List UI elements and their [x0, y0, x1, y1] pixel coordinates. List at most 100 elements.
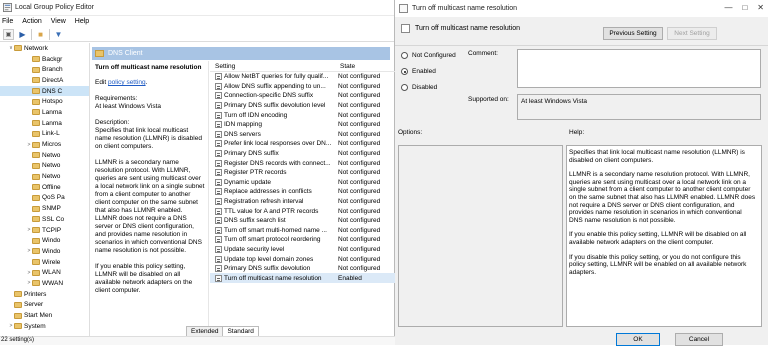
list-item[interactable]: Turn off IDN encoding Not configured	[210, 110, 395, 120]
list-item[interactable]: Update top level domain zones Not configu…	[210, 254, 395, 264]
tree-item[interactable]: > WWAN	[0, 278, 89, 289]
setting-column-header[interactable]: Setting	[210, 63, 328, 70]
details-pane: DNS Client Turn off multicast name resol…	[90, 43, 395, 345]
toolbar: ◀ ▶ ■ ▦ ☰ ? ▣ ▼	[0, 27, 394, 42]
list-item[interactable]: Turn off smart protocol reordering Not co…	[210, 235, 395, 245]
list-item[interactable]: Turn off smart multi-homed name ... Not c…	[210, 226, 395, 236]
forward-arrow-icon[interactable]: ▶	[17, 29, 28, 40]
list-item[interactable]: Allow NetBT queries for fully qualif... N…	[210, 72, 395, 82]
edit-policy-link[interactable]: policy setting	[108, 79, 146, 86]
setting-name: Update security level	[224, 245, 285, 253]
list-item[interactable]: Replace addresses in conflicts Not config…	[210, 187, 395, 197]
setting-state: Not configured	[338, 121, 381, 129]
tree-item[interactable]: SSL Co	[0, 214, 89, 225]
list-item[interactable]: Dynamic update Not configured	[210, 178, 395, 188]
settings-list: Setting State Allow NetBT queries for fu…	[210, 61, 395, 333]
list-item[interactable]: Primary DNS suffix devolution Not configu…	[210, 264, 395, 274]
tree-item[interactable]: Link-L	[0, 129, 89, 140]
list-item[interactable]: IDN mapping Not configured	[210, 120, 395, 130]
tree-item[interactable]: Branch	[0, 64, 89, 75]
radio-not-configured[interactable]: Not Configured	[401, 52, 456, 59]
list-item[interactable]: Register DNS records with connect... Not …	[210, 158, 395, 168]
cancel-button[interactable]: Cancel	[675, 333, 723, 346]
radio-disabled[interactable]: Disabled	[401, 84, 437, 91]
tree-item[interactable]: SNMP	[0, 203, 89, 214]
details-header-title: DNS Client	[108, 50, 143, 57]
list-item[interactable]: Connection-specific DNS suffix Not config…	[210, 91, 395, 101]
folder-icon	[32, 269, 40, 276]
tree-item[interactable]: > TCPIP	[0, 225, 89, 236]
previous-setting-button[interactable]: Previous Setting	[603, 27, 663, 40]
list-item[interactable]: DNS suffix search list Not configured	[210, 216, 395, 226]
menu-action[interactable]: Action	[22, 18, 41, 25]
list-item[interactable]: Register PTR records Not configured	[210, 168, 395, 178]
tree-item[interactable]: Server	[0, 300, 89, 311]
setting-name: Register DNS records with connect...	[224, 159, 331, 167]
ok-button[interactable]: OK	[616, 333, 660, 346]
menu-view[interactable]: View	[51, 18, 66, 25]
tree-item[interactable]: > Windo	[0, 246, 89, 257]
list-item[interactable]: Update security level Not configured	[210, 245, 395, 255]
list-item[interactable]: Primary DNS suffix Not configured	[210, 149, 395, 159]
menu-help[interactable]: Help	[75, 18, 89, 25]
tree-item[interactable]: Netwo	[0, 171, 89, 182]
tree-item-label: Netwo	[42, 173, 61, 181]
list-item[interactable]: Registration refresh interval Not configu…	[210, 197, 395, 207]
policy-setting-icon	[215, 150, 222, 158]
setting-state: Not configured	[338, 188, 381, 196]
setting-state: Not configured	[338, 169, 381, 177]
console-tree[interactable]: ∨ Network Backgr Branch DirectA DNS C Hotspo La…	[0, 43, 90, 345]
tree-item[interactable]: > WLAN	[0, 267, 89, 278]
list-item[interactable]: Allow DNS suffix appending to un... Not c…	[210, 82, 395, 92]
edit-policy-line: Edit policy setting.	[95, 79, 148, 86]
tree-item[interactable]: > System	[0, 321, 89, 332]
tree-item[interactable]: Netwo	[0, 161, 89, 172]
tree-item[interactable]: ∨ Network	[0, 43, 89, 54]
tree-item[interactable]: Lanma	[0, 118, 89, 129]
menu-file[interactable]: File	[2, 18, 13, 25]
comment-textarea[interactable]	[517, 49, 761, 88]
tree-item[interactable]: Lanma	[0, 107, 89, 118]
tree-item[interactable]: Start Men	[0, 310, 89, 321]
close-icon[interactable]: ✕	[757, 3, 764, 12]
minimize-icon[interactable]: —	[724, 3, 732, 12]
tree-item[interactable]: Hotspo	[0, 96, 89, 107]
setting-state: Not configured	[338, 82, 381, 90]
tree-item[interactable]: DNS C	[0, 85, 89, 97]
list-item[interactable]: Turn off multicast name resolution Enable…	[210, 273, 395, 284]
setting-state: Not configured	[338, 236, 381, 244]
folder-icon	[14, 291, 22, 298]
list-item[interactable]: TTL value for A and PTR records Not confi…	[210, 206, 395, 216]
tree-item[interactable]: Backgr	[0, 54, 89, 65]
tree-item[interactable]: Wirele	[0, 257, 89, 268]
tree-item[interactable]: QoS Pa	[0, 193, 89, 204]
next-setting-button[interactable]: Next Setting	[667, 27, 717, 40]
filter-icon[interactable]: ▼	[53, 29, 64, 40]
folder-icon	[32, 77, 40, 84]
policy-setting-icon	[215, 121, 222, 129]
folder-icon	[32, 227, 40, 234]
state-column-header[interactable]: State	[328, 63, 355, 70]
policy-setting-icon	[215, 82, 222, 90]
up-folder-icon[interactable]: ■	[35, 29, 46, 40]
radio-circle[interactable]	[401, 84, 408, 91]
tree-item[interactable]: DirectA	[0, 75, 89, 86]
list-item[interactable]: DNS servers Not configured	[210, 130, 395, 140]
properties-icon[interactable]: ▣	[3, 28, 14, 40]
tree-item[interactable]: Printers	[0, 289, 89, 300]
folder-icon	[32, 173, 40, 180]
setting-state: Not configured	[338, 265, 381, 273]
tree-item[interactable]: Netwo	[0, 150, 89, 161]
toolbar-separator	[49, 28, 50, 40]
radio-circle-selected[interactable]	[401, 68, 408, 75]
tree-item[interactable]: > Micros	[0, 139, 89, 150]
radio-circle[interactable]	[401, 52, 408, 59]
comment-label: Comment:	[468, 50, 498, 57]
list-item[interactable]: Prefer link local responses over DN... No…	[210, 139, 395, 149]
radio-enabled[interactable]: Enabled	[401, 68, 436, 75]
maximize-icon[interactable]: □	[742, 3, 747, 12]
tree-item[interactable]: Offline	[0, 182, 89, 193]
tree-item[interactable]: Windo	[0, 235, 89, 246]
list-item[interactable]: Primary DNS suffix devolution level Not c…	[210, 101, 395, 111]
tree-item-label: Start Men	[24, 312, 53, 320]
